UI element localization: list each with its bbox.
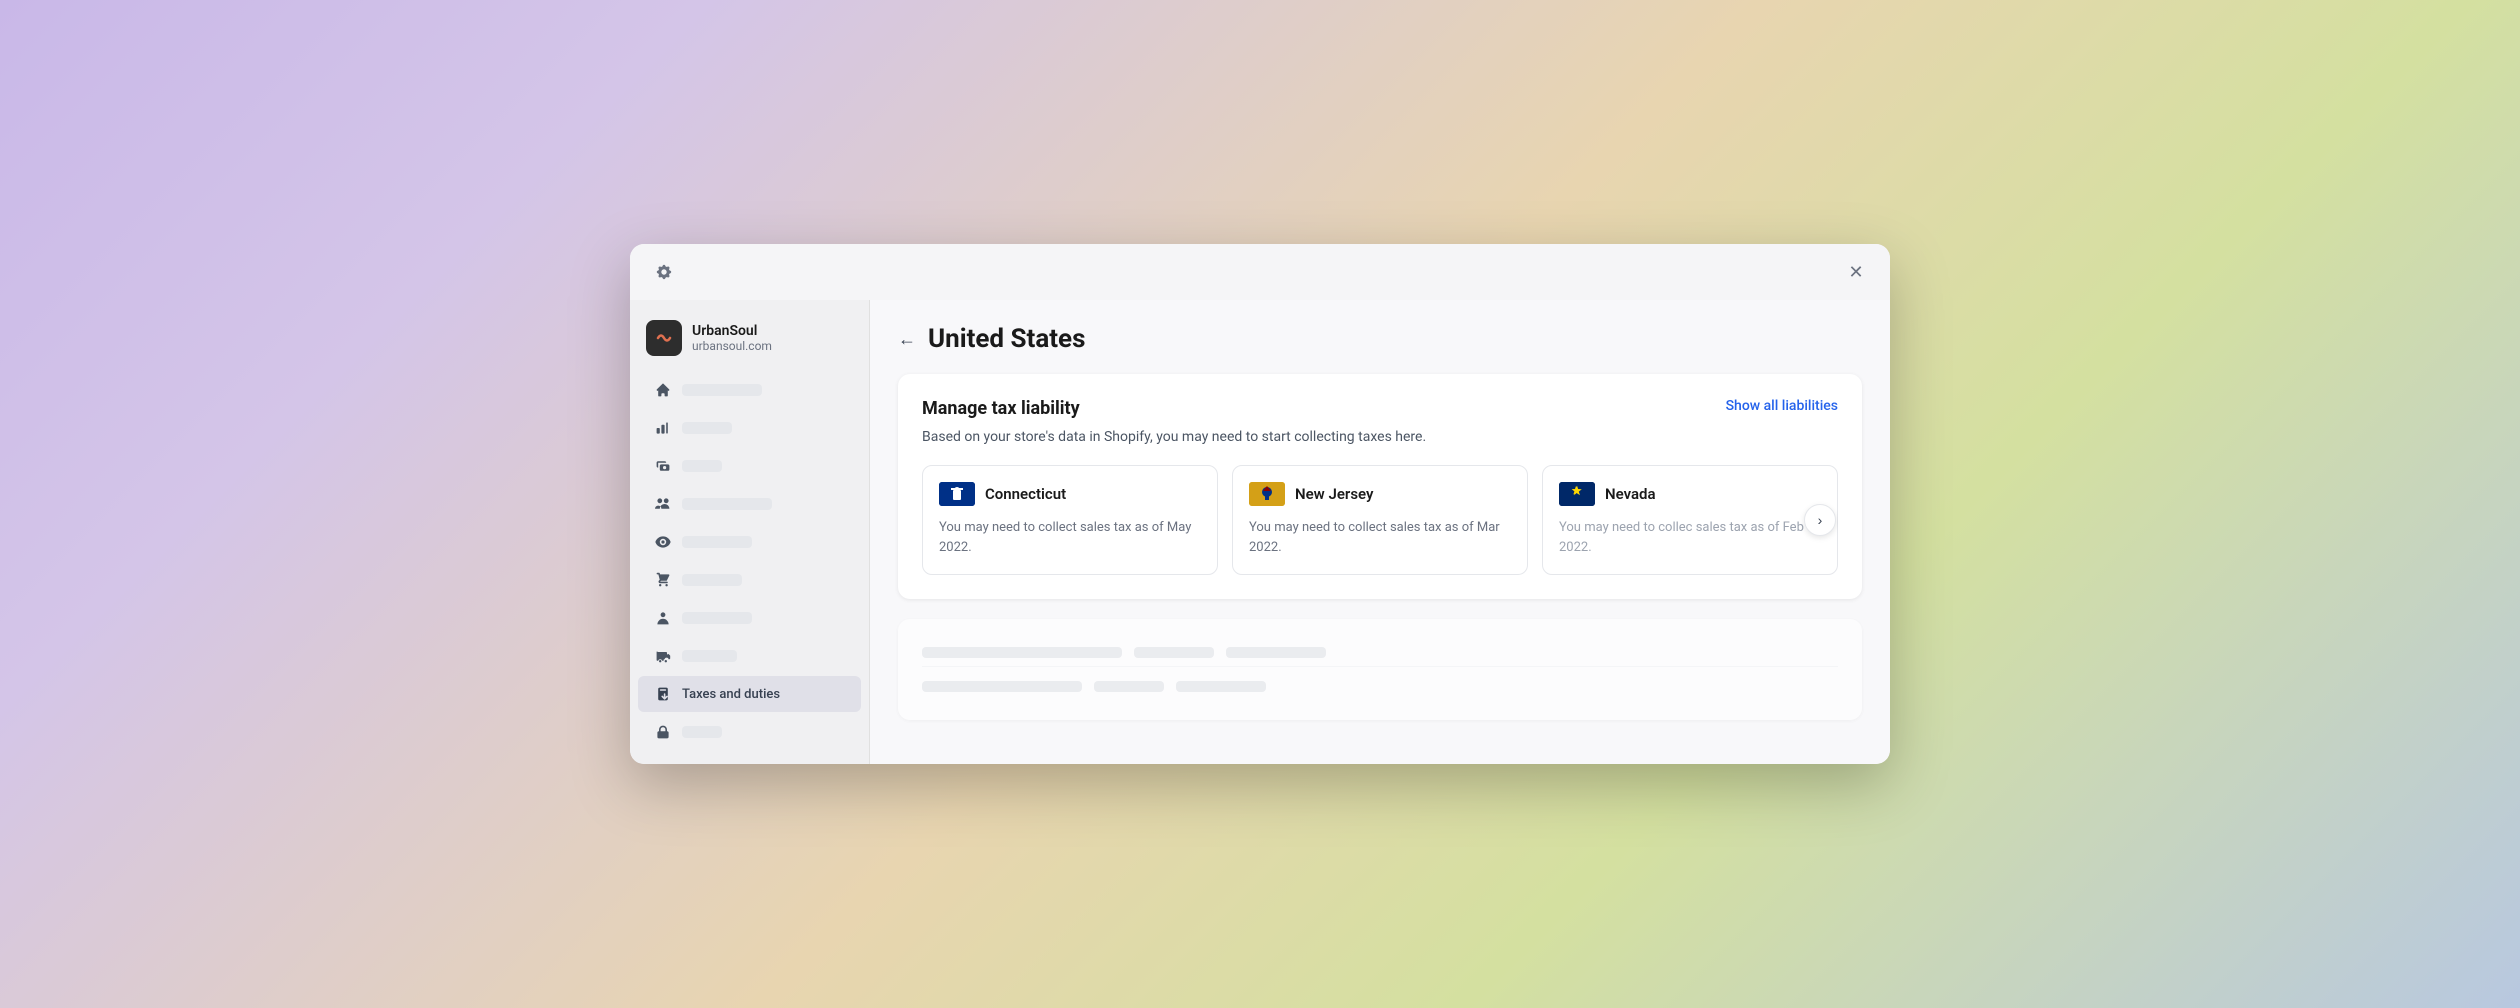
skeleton-bar: [1094, 681, 1164, 692]
store-info: UrbanSoul urbansoul.com: [692, 323, 772, 353]
nav-bar-security: [682, 726, 722, 738]
nav-bar-customers: [682, 498, 772, 510]
sidebar-item-home[interactable]: [638, 372, 861, 408]
titlebar: ✕: [630, 244, 1890, 300]
connecticut-desc: You may need to collect sales tax as of …: [939, 518, 1201, 557]
store-name: UrbanSoul: [692, 323, 772, 339]
main-content: ← United States Manage tax liability Sho…: [870, 300, 1890, 764]
tax-card-title: Manage tax liability: [922, 398, 1080, 419]
store-url: urbansoul.com: [692, 339, 772, 353]
new-jersey-name: New Jersey: [1295, 485, 1373, 503]
window-body: UrbanSoul urbansoul.com: [630, 300, 1890, 764]
store-logo: [646, 320, 682, 356]
new-jersey-header: New Jersey: [1249, 482, 1511, 506]
nav-bar-people: [682, 612, 752, 624]
sidebar-item-taxes[interactable]: Taxes and duties: [638, 676, 861, 712]
sidebar-item-marketing[interactable]: [638, 524, 861, 560]
nevada-header: Nevada: [1559, 482, 1821, 506]
nav-bar-analytics: [682, 422, 732, 434]
skeleton-row-1: [922, 639, 1838, 667]
lock-icon: [654, 723, 672, 741]
skeleton-section: [898, 619, 1862, 720]
home-icon: [654, 381, 672, 399]
nav-bar-home: [682, 384, 762, 396]
marketing-icon: [654, 533, 672, 551]
settings-icon[interactable]: [650, 258, 678, 286]
skeleton-bar: [1226, 647, 1326, 658]
sidebar-item-people[interactable]: [638, 600, 861, 636]
skeleton-bar: [922, 647, 1122, 658]
sidebar-taxes-label: Taxes and duties: [682, 687, 780, 702]
tax-liability-card: Manage tax liability Show all liabilitie…: [898, 374, 1862, 599]
store-header: UrbanSoul urbansoul.com: [630, 312, 869, 372]
people-icon: [654, 609, 672, 627]
nav-bar-shipping: [682, 650, 737, 662]
show-all-liabilities-link[interactable]: Show all liabilities: [1726, 398, 1838, 414]
skeleton-bar: [922, 681, 1082, 692]
shipping-icon: [654, 647, 672, 665]
tax-card-header: Manage tax liability Show all liabilitie…: [922, 398, 1838, 419]
sidebar-item-cart[interactable]: [638, 562, 861, 598]
sidebar-item-orders[interactable]: [638, 448, 861, 484]
nav-bar-marketing: [682, 536, 752, 548]
connecticut-flag: [939, 482, 975, 506]
nav-bar-orders: [682, 460, 722, 472]
sidebar-item-shipping[interactable]: [638, 638, 861, 674]
nevada-flag: [1559, 482, 1595, 506]
customers-icon: [654, 495, 672, 513]
close-button[interactable]: ✕: [1842, 258, 1870, 286]
nevada-name: Nevada: [1605, 485, 1656, 503]
analytics-icon: [654, 419, 672, 437]
taxes-icon: [654, 685, 672, 703]
back-button[interactable]: ←: [898, 329, 916, 350]
connecticut-header: Connecticut: [939, 482, 1201, 506]
new-jersey-flag: [1249, 482, 1285, 506]
state-card-nevada[interactable]: Nevada You may need to collec sales tax …: [1542, 465, 1838, 575]
cart-icon: [654, 571, 672, 589]
page-header: ← United States: [898, 324, 1862, 354]
connecticut-name: Connecticut: [985, 485, 1066, 503]
sidebar-item-security[interactable]: [638, 714, 861, 750]
sidebar-item-analytics[interactable]: [638, 410, 861, 446]
skeleton-bar: [1134, 647, 1214, 658]
carousel-next-button[interactable]: ›: [1804, 504, 1836, 536]
nevada-desc: You may need to collec sales tax as of F…: [1559, 518, 1821, 557]
new-jersey-desc: You may need to collect sales tax as of …: [1249, 518, 1511, 557]
skeleton-row-2: [922, 673, 1838, 700]
state-card-new-jersey[interactable]: New Jersey You may need to collect sales…: [1232, 465, 1528, 575]
states-row: Connecticut You may need to collect sale…: [922, 465, 1838, 575]
nav-bar-cart: [682, 574, 742, 586]
skeleton-bar: [1176, 681, 1266, 692]
tax-card-description: Based on your store's data in Shopify, y…: [922, 429, 1838, 445]
sidebar: UrbanSoul urbansoul.com: [630, 300, 870, 764]
main-window: ✕ UrbanSoul urbansoul.com: [630, 244, 1890, 764]
titlebar-left: [650, 258, 678, 286]
sidebar-item-customers[interactable]: [638, 486, 861, 522]
orders-icon: [654, 457, 672, 475]
page-title: United States: [928, 324, 1085, 354]
state-card-connecticut[interactable]: Connecticut You may need to collect sale…: [922, 465, 1218, 575]
